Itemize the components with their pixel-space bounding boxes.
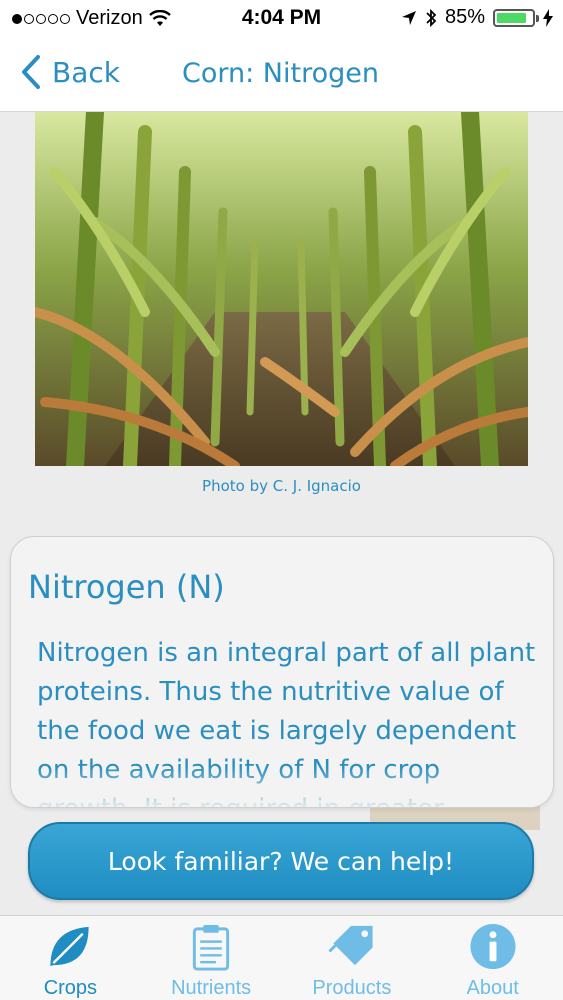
navigation-bar: Back Corn: Nitrogen (0, 38, 563, 112)
chevron-left-icon (22, 55, 40, 89)
tab-label: About (466, 977, 519, 999)
card-fade (11, 767, 553, 807)
tab-about[interactable]: About (422, 916, 563, 1000)
back-button[interactable]: Back (20, 54, 120, 90)
card-title: Nitrogen (N) (28, 568, 225, 606)
leaf-icon (50, 926, 89, 967)
tag-icon (328, 925, 373, 966)
info-icon (470, 923, 516, 970)
tab-products[interactable]: Products (282, 916, 423, 1000)
bluetooth-icon (426, 8, 437, 27)
tab-label: Products (312, 977, 392, 999)
status-right: 85% (401, 6, 553, 29)
nutrient-info-card[interactable]: Nitrogen (N) Nitrogen is an integral par… (10, 536, 554, 808)
charging-icon (543, 8, 553, 27)
help-cta-button[interactable]: Look familiar? We can help! (28, 822, 534, 900)
crop-photo (35, 112, 528, 466)
back-label: Back (52, 55, 120, 89)
photo-credit: Photo by C. J. Ignacio (202, 477, 361, 495)
battery-percent: 85% (444, 6, 485, 28)
clipboard-icon (192, 924, 230, 971)
tab-label: Crops (43, 977, 98, 999)
page-title: Corn: Nitrogen (182, 58, 379, 89)
tab-label: Nutrients (171, 977, 252, 999)
tab-nutrients[interactable]: Nutrients (141, 916, 282, 1000)
tab-crops[interactable]: Crops (0, 916, 141, 1000)
location-icon (401, 10, 416, 25)
tab-bar: Crops Nutrients Products About (0, 915, 563, 1000)
battery-icon (493, 8, 539, 27)
status-bar: Verizon 4:04 PM 85% (0, 0, 563, 38)
